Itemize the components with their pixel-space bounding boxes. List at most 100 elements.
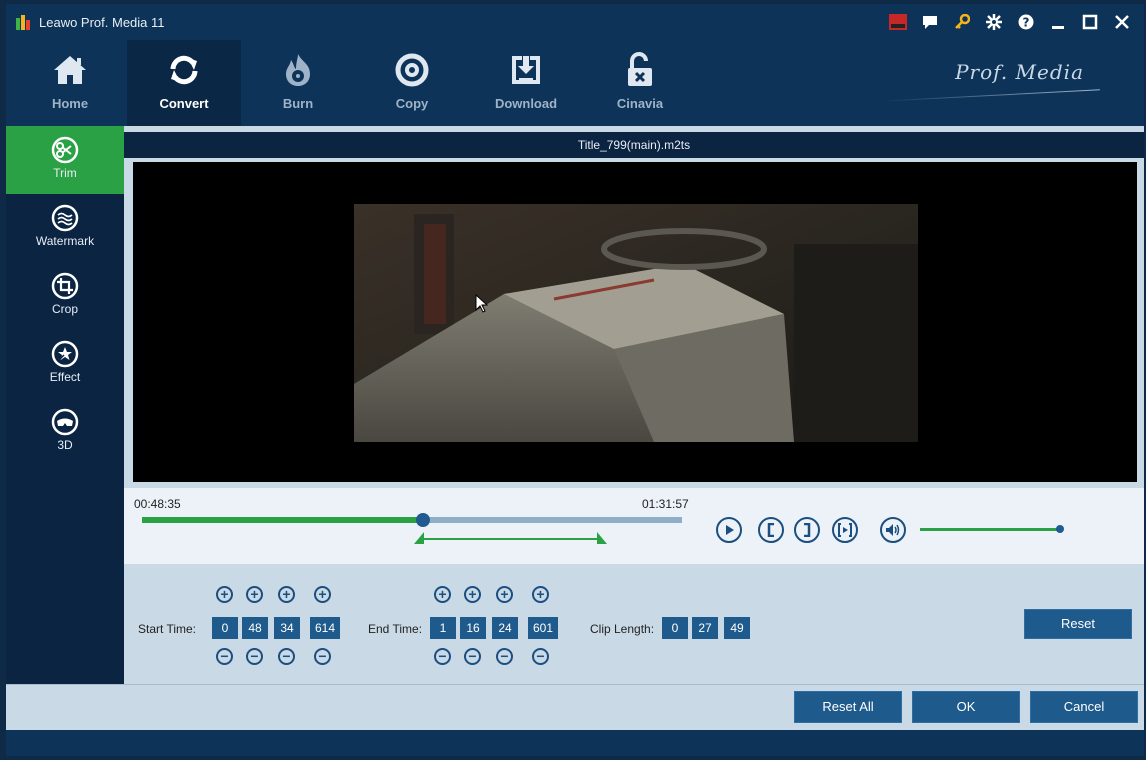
toolbar-convert[interactable]: Convert: [127, 40, 241, 126]
clip-length-label: Clip Length:: [590, 622, 655, 636]
sidebar-item-effect[interactable]: Effect: [6, 330, 124, 398]
sidebar-item-trim[interactable]: Trim: [6, 126, 124, 194]
volume-icon: [886, 524, 900, 536]
status-bar: [6, 730, 1144, 756]
cancel-button[interactable]: Cancel: [1030, 691, 1138, 723]
start-time-hours-plus-button[interactable]: +: [216, 586, 233, 603]
timeline-playhead[interactable]: [415, 513, 430, 527]
close-icon[interactable]: [1108, 10, 1136, 34]
trim-range: [414, 532, 607, 548]
timeline-track[interactable]: [142, 513, 682, 527]
download-icon: [506, 50, 546, 90]
toolbar-burn-label: Burn: [282, 96, 314, 111]
clip-length-minutes: 27: [692, 617, 718, 639]
sidebar-item-3d[interactable]: 3D: [6, 398, 124, 466]
chat-icon[interactable]: [916, 10, 944, 34]
toolbar-download[interactable]: Download: [469, 40, 583, 126]
end-time-seconds-plus-button[interactable]: +: [496, 586, 513, 603]
clip-play-icon: [838, 523, 852, 537]
title-bar: Leawo Prof. Media 11 ?: [6, 4, 1144, 40]
sidebar-item-crop[interactable]: Crop: [6, 262, 124, 330]
start-time-minutes-plus-button[interactable]: +: [246, 586, 263, 603]
trim-controls: Start Time: +0− +48− +34− +614− End Time: +…: [124, 566, 1144, 684]
svg-text:?: ?: [1023, 16, 1030, 30]
start-time-minutes-field[interactable]: 48: [242, 617, 268, 639]
toolbar-download-label: Download: [494, 96, 558, 111]
sidebar-item-label: Trim: [53, 166, 77, 180]
video-frame-image: [354, 204, 918, 442]
play-button[interactable]: [716, 517, 742, 543]
clip-length-hours: 0: [662, 617, 688, 639]
volume-slider[interactable]: [920, 528, 1060, 531]
toolbar-copy-label: Copy: [395, 96, 429, 111]
timeline-end-time: 01:31:57: [642, 497, 689, 511]
sidebar-item-label: Effect: [49, 370, 81, 384]
start-time-milliseconds-field[interactable]: 614: [310, 617, 341, 639]
start-time-seconds-plus-button[interactable]: +: [278, 586, 295, 603]
end-time-seconds-field[interactable]: 24: [492, 617, 518, 639]
volume-button[interactable]: [880, 517, 906, 543]
end-time-seconds-minus-button[interactable]: −: [496, 648, 513, 665]
reset-button[interactable]: Reset: [1024, 609, 1132, 639]
end-time-minutes-plus-button[interactable]: +: [464, 586, 481, 603]
title-bar-controls: ?: [880, 10, 1136, 34]
minimize-icon[interactable]: [1044, 10, 1072, 34]
set-start-button[interactable]: [758, 517, 784, 543]
main-toolbar: Home Convert Burn Copy Download Cinavia …: [6, 40, 1144, 126]
end-time-label: End Time:: [368, 622, 423, 636]
start-time-seconds-field[interactable]: 34: [274, 617, 300, 639]
amd-icon[interactable]: [884, 10, 912, 34]
toolbar-home-label: Home: [51, 96, 89, 111]
end-time-milliseconds-minus-button[interactable]: −: [532, 648, 549, 665]
sidebar-item-watermark[interactable]: Watermark: [6, 194, 124, 262]
start-time-milliseconds-plus-button[interactable]: +: [314, 586, 331, 603]
convert-icon: [164, 50, 204, 90]
start-time-hours-minus-button[interactable]: −: [216, 648, 233, 665]
toolbar-copy[interactable]: Copy: [355, 40, 469, 126]
start-time-minutes-minus-button[interactable]: −: [246, 648, 263, 665]
end-time-milliseconds-field[interactable]: 601: [528, 617, 559, 639]
toolbar-cinavia-label: Cinavia: [616, 96, 664, 111]
clip-length-seconds: 49: [724, 617, 750, 639]
preview-clip-button[interactable]: [832, 517, 858, 543]
start-time-label: Start Time:: [138, 622, 197, 636]
end-time-milliseconds-plus-button[interactable]: +: [532, 586, 549, 603]
video-preview[interactable]: [133, 162, 1137, 482]
watermark-icon: [51, 204, 79, 232]
start-time-hours-field[interactable]: 0: [212, 617, 238, 639]
start-time-milliseconds-minus-button[interactable]: −: [314, 648, 331, 665]
end-time-minutes-minus-button[interactable]: −: [464, 648, 481, 665]
file-name: Title_799(main).m2ts: [124, 132, 1144, 158]
trim-end-marker[interactable]: [596, 532, 607, 544]
toolbar-home[interactable]: Home: [13, 40, 127, 126]
burn-icon: [278, 50, 318, 90]
end-time-minutes-field[interactable]: 16: [460, 617, 486, 639]
reset-all-button[interactable]: Reset All: [794, 691, 902, 723]
end-time-hours-plus-button[interactable]: +: [434, 586, 451, 603]
ok-button[interactable]: OK: [912, 691, 1020, 723]
toolbar-convert-label: Convert: [159, 96, 209, 111]
volume-knob[interactable]: [1056, 525, 1064, 533]
help-icon[interactable]: ?: [1012, 10, 1040, 34]
mouse-cursor-icon: [475, 294, 489, 313]
toolbar-cinavia[interactable]: Cinavia: [583, 40, 697, 126]
play-icon: [726, 525, 734, 535]
sidebar-item-label: Crop: [51, 302, 78, 316]
start-time-seconds-minus-button[interactable]: −: [278, 648, 295, 665]
end-time-hours-minus-button[interactable]: −: [434, 648, 451, 665]
footer-bar: Reset All OK Cancel: [6, 684, 1144, 730]
sidebar-item-label: Watermark: [35, 234, 95, 248]
sidebar: Trim Watermark Crop Effect 3D: [6, 126, 124, 684]
set-end-button[interactable]: [794, 517, 820, 543]
key-icon[interactable]: [948, 10, 976, 34]
timeline-area: 00:48:35 01:31:57: [124, 488, 1144, 564]
gear-icon[interactable]: [980, 10, 1008, 34]
cinavia-icon: [620, 50, 660, 90]
toolbar-burn[interactable]: Burn: [241, 40, 355, 126]
timeline-played: [142, 517, 423, 523]
3d-glasses-icon: [51, 408, 79, 436]
end-time-hours-field[interactable]: 1: [430, 617, 456, 639]
timeline-start-time: 00:48:35: [134, 497, 181, 511]
home-icon: [50, 50, 90, 90]
maximize-icon[interactable]: [1076, 10, 1104, 34]
